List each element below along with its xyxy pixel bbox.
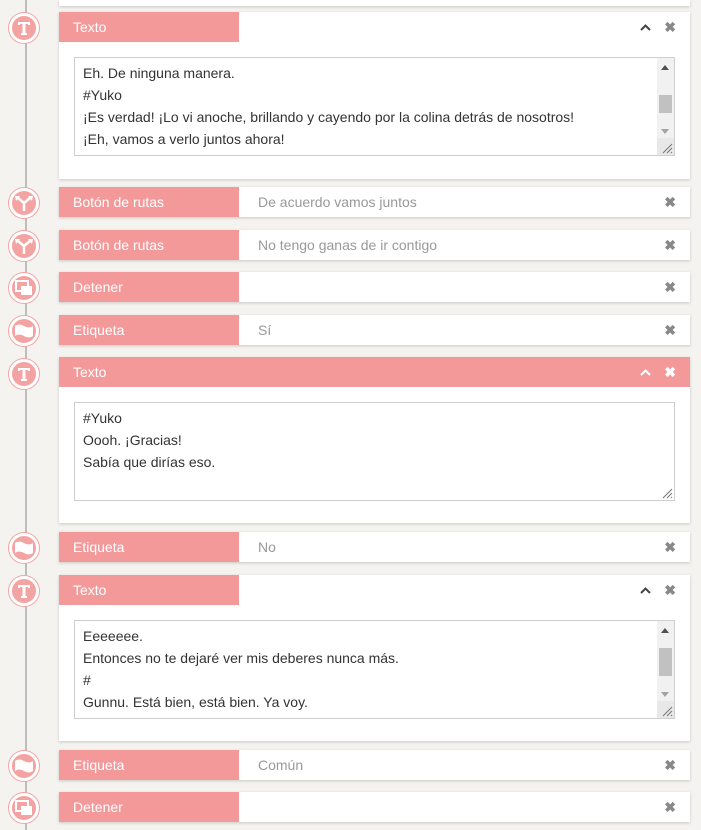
scroll-up-arrow-icon[interactable] — [661, 628, 669, 633]
event-card: Etiqueta Sí ✖ — [59, 315, 690, 345]
flag-icon — [9, 316, 39, 346]
event-card-active: Texto ✖ #Yuko Oooh. ¡Gracias! Sabía que … — [59, 357, 690, 523]
text-line: Entonces no te dejaré ver mis deberes nu… — [83, 650, 399, 666]
delete-icon[interactable]: ✖ — [664, 800, 676, 814]
collapse-icon[interactable] — [640, 368, 651, 376]
delete-icon[interactable]: ✖ — [664, 540, 676, 554]
text-line: Gunnu. Está bien, está bien. Ya voy. — [83, 694, 308, 710]
card-header[interactable]: Detener ✖ — [59, 792, 690, 822]
delete-icon[interactable]: ✖ — [664, 323, 676, 337]
event-card: Etiqueta No ✖ — [59, 532, 690, 562]
delete-icon[interactable]: ✖ — [664, 195, 676, 209]
text-line: Oooh. ¡Gracias! — [83, 432, 182, 448]
card-header[interactable]: Texto ✖ — [59, 12, 690, 42]
event-type-label: Detener — [59, 272, 239, 302]
event-type-label: Etiqueta — [59, 750, 239, 780]
card-header[interactable]: Detener ✖ — [59, 272, 690, 302]
text-line: Eeeeeee. — [83, 628, 143, 644]
text-t-icon — [9, 359, 39, 389]
vertical-scrollbar[interactable] — [657, 621, 674, 701]
scroll-thumb[interactable] — [659, 95, 672, 113]
event-card: Texto ✖ Eeeeeee. Entonces no te dejaré v… — [59, 575, 690, 741]
event-value[interactable]: No — [239, 539, 690, 555]
text-content-area[interactable]: Eeeeeee. Entonces no te dejaré ver mis d… — [74, 620, 675, 719]
card-header[interactable]: Texto ✖ — [59, 357, 690, 387]
scroll-thumb[interactable] — [659, 648, 672, 676]
event-value[interactable]: Sí — [239, 322, 690, 338]
resize-grip-icon[interactable] — [657, 701, 674, 718]
event-card: Botón de rutas De acuerdo vamos juntos ✖ — [59, 187, 690, 217]
event-card: Detener ✖ — [59, 272, 690, 302]
event-type-label: Detener — [59, 792, 239, 822]
event-card: Etiqueta Común ✖ — [59, 750, 690, 780]
event-type-label: Texto — [59, 575, 239, 605]
flag-icon — [9, 533, 39, 563]
previous-card-partial — [59, 0, 690, 6]
route-split-icon — [9, 231, 39, 261]
text-line: #Yuko — [83, 87, 122, 103]
stop-window-icon — [9, 273, 39, 303]
delete-icon[interactable]: ✖ — [664, 238, 676, 252]
text-content-area[interactable]: Eh. De ninguna manera. #Yuko ¡Es verdad!… — [74, 57, 675, 156]
event-type-label: Texto — [59, 12, 239, 42]
route-split-icon — [9, 188, 39, 218]
scroll-down-arrow-icon[interactable] — [661, 692, 669, 697]
scroll-up-arrow-icon[interactable] — [661, 65, 669, 70]
text-line: # — [83, 672, 91, 688]
collapse-icon[interactable] — [640, 23, 651, 31]
vertical-scrollbar[interactable] — [657, 58, 674, 138]
event-card: Texto ✖ Eh. De ninguna manera. #Yuko ¡Es… — [59, 12, 690, 179]
timeline-line — [25, 0, 27, 830]
event-value[interactable]: Común — [239, 757, 690, 773]
text-line: Sabía que dirías eso. — [83, 454, 216, 470]
event-value[interactable]: De acuerdo vamos juntos — [239, 194, 690, 210]
text-t-icon — [9, 13, 39, 43]
card-header[interactable]: Etiqueta Sí ✖ — [59, 315, 690, 345]
text-line: #Yuko — [83, 410, 122, 426]
card-header[interactable]: Etiqueta Común ✖ — [59, 750, 690, 780]
card-header[interactable]: Botón de rutas No tengo ganas de ir cont… — [59, 230, 690, 260]
stop-window-icon — [9, 793, 39, 823]
scroll-down-arrow-icon[interactable] — [661, 129, 669, 134]
text-line: ¡Eh, vamos a verlo juntos ahora! — [83, 131, 285, 147]
text-line: Eh. De ninguna manera. — [83, 65, 235, 81]
delete-icon[interactable]: ✖ — [664, 280, 676, 294]
delete-icon[interactable]: ✖ — [664, 20, 676, 34]
flag-icon — [9, 751, 39, 781]
event-type-label: Texto — [59, 357, 239, 387]
card-header[interactable]: Texto ✖ — [59, 575, 690, 605]
collapse-icon[interactable] — [640, 586, 651, 594]
event-type-label: Etiqueta — [59, 315, 239, 345]
event-value[interactable]: No tengo ganas de ir contigo — [239, 237, 690, 253]
delete-icon[interactable]: ✖ — [664, 365, 676, 379]
text-line: ¡Es verdad! ¡Lo vi anoche, brillando y c… — [83, 109, 575, 125]
text-content-area[interactable]: #Yuko Oooh. ¡Gracias! Sabía que dirías e… — [74, 402, 675, 501]
event-card: Botón de rutas No tengo ganas de ir cont… — [59, 230, 690, 260]
event-card: Detener ✖ — [59, 792, 690, 822]
delete-icon[interactable]: ✖ — [664, 583, 676, 597]
delete-icon[interactable]: ✖ — [664, 758, 676, 772]
event-type-label: Etiqueta — [59, 532, 239, 562]
event-type-label: Botón de rutas — [59, 187, 239, 217]
card-header[interactable]: Etiqueta No ✖ — [59, 532, 690, 562]
card-header[interactable]: Botón de rutas De acuerdo vamos juntos ✖ — [59, 187, 690, 217]
event-type-label: Botón de rutas — [59, 230, 239, 260]
text-t-icon — [9, 576, 39, 606]
resize-grip-icon[interactable] — [657, 483, 674, 500]
resize-grip-icon[interactable] — [657, 138, 674, 155]
